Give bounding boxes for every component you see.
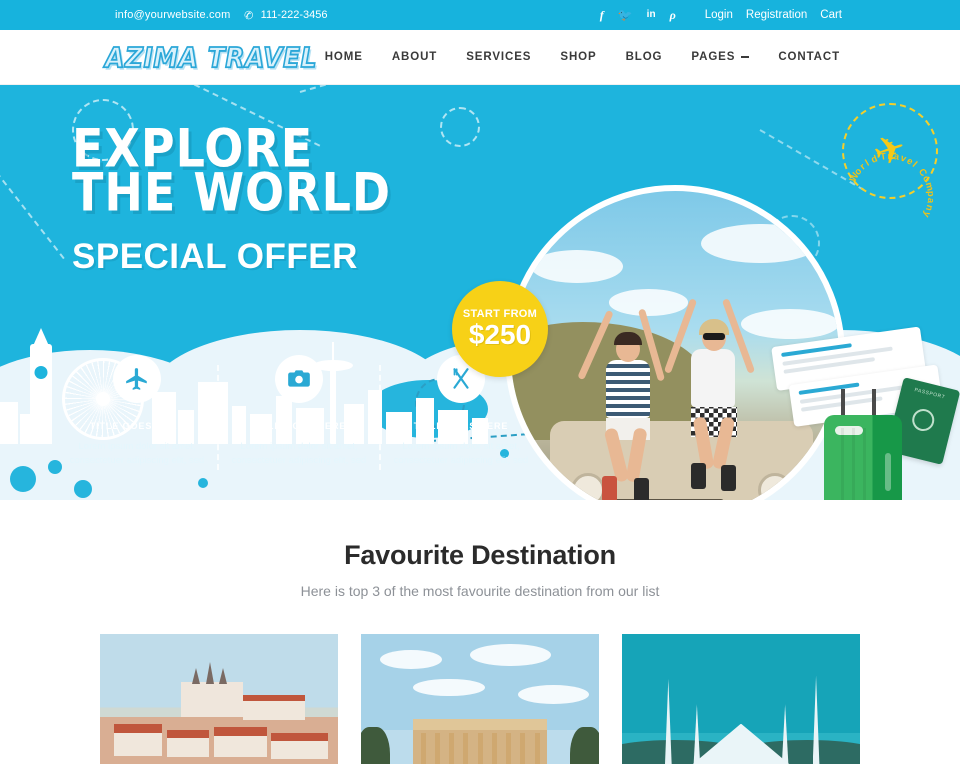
cart-link[interactable]: Cart [820,9,842,21]
suitcase [824,389,902,500]
building [0,402,18,444]
main-navigation: HOME ABOUT SERVICES SHOP BLOG PAGES CONT… [325,51,840,63]
feature-title: TITLE GOES HERE [413,421,509,431]
feature-airplane[interactable]: TITLE GOES HERE Lorem ipsum dolor sit am… [66,355,208,470]
feature-divider [217,365,219,470]
globe-icon [909,406,937,434]
facebook-icon[interactable]: f [600,9,604,21]
price-badge[interactable]: START FROM $250 [452,281,548,377]
chevron-down-icon [741,55,750,59]
feature-title: TITLE GOES HERE [89,421,185,431]
camera-icon [275,355,323,403]
top-bar-actions: f 🐦 in ρ Login Registration Cart [600,9,842,21]
destination-card-mosque[interactable] [622,634,860,764]
suitcase-handle-bar [841,389,846,417]
favourite-destination-section: Favourite Destination Here is top 3 of t… [0,500,960,764]
nav-label: PAGES [691,51,736,63]
feature-title: TITLE GOES HERE [251,421,347,431]
social-links: f 🐦 in ρ [600,9,676,21]
travel-stamp-badge: W o r l d T r a v e l C o m p a n y ✈ [842,103,938,219]
destination-card-prague[interactable] [100,634,338,764]
hero-copy: EXPLORE THE WORLD SPECIAL OFFER [72,122,392,277]
nav-item-home[interactable]: HOME [325,51,363,63]
spire [33,328,49,346]
cypress-tree [361,726,390,764]
phone-contact[interactable]: ✆ 111-222-3456 [243,8,328,23]
parthenon-image [361,634,599,764]
building [20,414,30,444]
hero-banner: EXPLORE THE WORLD SPECIAL OFFER TITLE GO… [0,85,960,500]
login-link[interactable]: Login [705,9,733,21]
faisal-mosque-image [622,634,860,764]
email-text[interactable]: info@yourwebsite.com [115,9,230,21]
person-left [577,308,666,500]
blob-dot [198,478,208,488]
nav-item-services[interactable]: SERVICES [466,51,531,63]
nav-item-blog[interactable]: BLOG [626,51,663,63]
suitcase-grip [834,426,863,436]
section-title: Favourite Destination [344,540,616,570]
nav-item-shop[interactable]: SHOP [560,51,596,63]
blob-dot [48,460,62,474]
prague-image [100,634,338,764]
feature-text: Lorem ipsum dolor sit amet, consectetuer… [231,441,367,466]
registration-link[interactable]: Registration [746,9,807,21]
nav-label: SHOP [560,51,597,63]
airplane-icon [113,355,161,403]
nav-label: CONTACT [778,51,840,63]
destination-cards [0,634,960,764]
prague-castle [180,662,243,718]
hero-subheadline: SPECIAL OFFER [72,237,358,277]
site-header: AZIMA TRAVEL HOME ABOUT SERVICES SHOP BL… [0,30,960,85]
blob-dot [74,480,92,498]
site-logo[interactable]: AZIMA TRAVEL [104,40,317,74]
top-bar: info@yourwebsite.com ✆ 111-222-3456 f 🐦 … [0,0,960,30]
hero-headline-line2: THE WORLD [72,161,392,224]
hero-features: TITLE GOES HERE Lorem ipsum dolor sit am… [66,355,532,470]
linkedin-icon[interactable]: in [647,10,656,20]
dashed-route [0,163,65,260]
destination-card-parthenon[interactable] [361,634,599,764]
person-right [664,298,756,491]
badge-amount: $250 [468,319,532,351]
nav-label: SERVICES [466,51,532,63]
dashed-circle [440,107,480,147]
nav-label: ABOUT [391,51,438,63]
clock-face [34,366,48,379]
feature-camera[interactable]: TITLE GOES HERE Lorem ipsum dolor sit am… [228,355,370,470]
phone-text: 111-222-3456 [260,9,328,21]
nav-label: BLOG [625,51,663,63]
phone-icon: ✆ [243,8,255,23]
nav-item-contact[interactable]: CONTACT [778,51,840,63]
nav-item-about[interactable]: ABOUT [392,51,437,63]
feature-divider [379,365,381,470]
twitter-icon[interactable]: 🐦 [618,9,633,21]
suitcase-body [824,415,902,500]
top-bar-contact: info@yourwebsite.com ✆ 111-222-3456 [115,8,328,23]
blob-dot [10,466,36,492]
nav-item-pages[interactable]: PAGES [691,51,750,63]
nav-label: HOME [324,51,363,63]
feature-text: Lorem ipsum dolor sit amet, consectetuer… [393,441,529,466]
section-subtitle: Here is top 3 of the most favourite dest… [300,583,660,599]
big-ben-icon [30,328,52,444]
feature-text: Lorem ipsum dolor sit amet, consectetuer… [69,441,205,466]
dashed-route [299,85,416,93]
cypress-tree [570,726,599,764]
suitcase-handle-bar [872,389,877,417]
vintage-car [550,420,813,500]
pinterest-icon[interactable]: ρ [670,9,676,21]
